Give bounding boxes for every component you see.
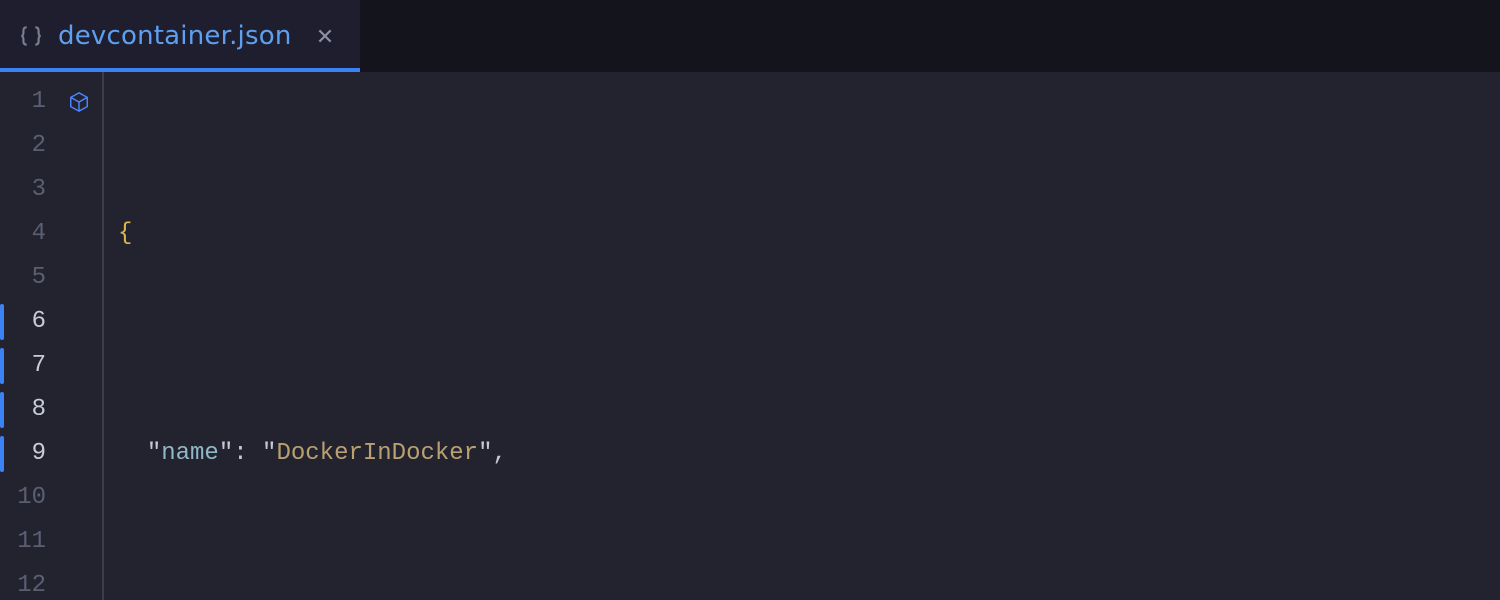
line-number: 2	[0, 124, 56, 168]
line-number: 6	[0, 300, 56, 344]
json-key: name	[161, 440, 219, 467]
json-value: DockerInDocker	[276, 440, 478, 467]
line-number: 11	[0, 520, 56, 564]
line-number: 5	[0, 256, 56, 300]
line-number-gutter: 1 2 3 4 5 6 7 8 9 10 11 12	[0, 72, 56, 600]
close-icon[interactable]	[316, 27, 334, 45]
code-editor[interactable]: 1 2 3 4 5 6 7 8 9 10 11 12 { "name": "Do…	[0, 72, 1500, 600]
line-number: 8	[0, 388, 56, 432]
line-number: 7	[0, 344, 56, 388]
code-area[interactable]: { "name": "DockerInDocker", "image": "ub…	[102, 72, 1500, 600]
tab-devcontainer[interactable]: devcontainer.json	[0, 0, 360, 72]
json-file-icon	[18, 23, 44, 49]
brace-open: {	[118, 220, 132, 247]
tab-filename: devcontainer.json	[58, 21, 292, 51]
line-number: 4	[0, 212, 56, 256]
line-number: 1	[0, 80, 56, 124]
line-number: 10	[0, 476, 56, 520]
glyph-margin	[56, 72, 102, 600]
line-number: 3	[0, 168, 56, 212]
line-number: 12	[0, 564, 56, 600]
tab-bar: devcontainer.json	[0, 0, 1500, 72]
line-number: 9	[0, 432, 56, 476]
cube-icon	[56, 80, 102, 124]
